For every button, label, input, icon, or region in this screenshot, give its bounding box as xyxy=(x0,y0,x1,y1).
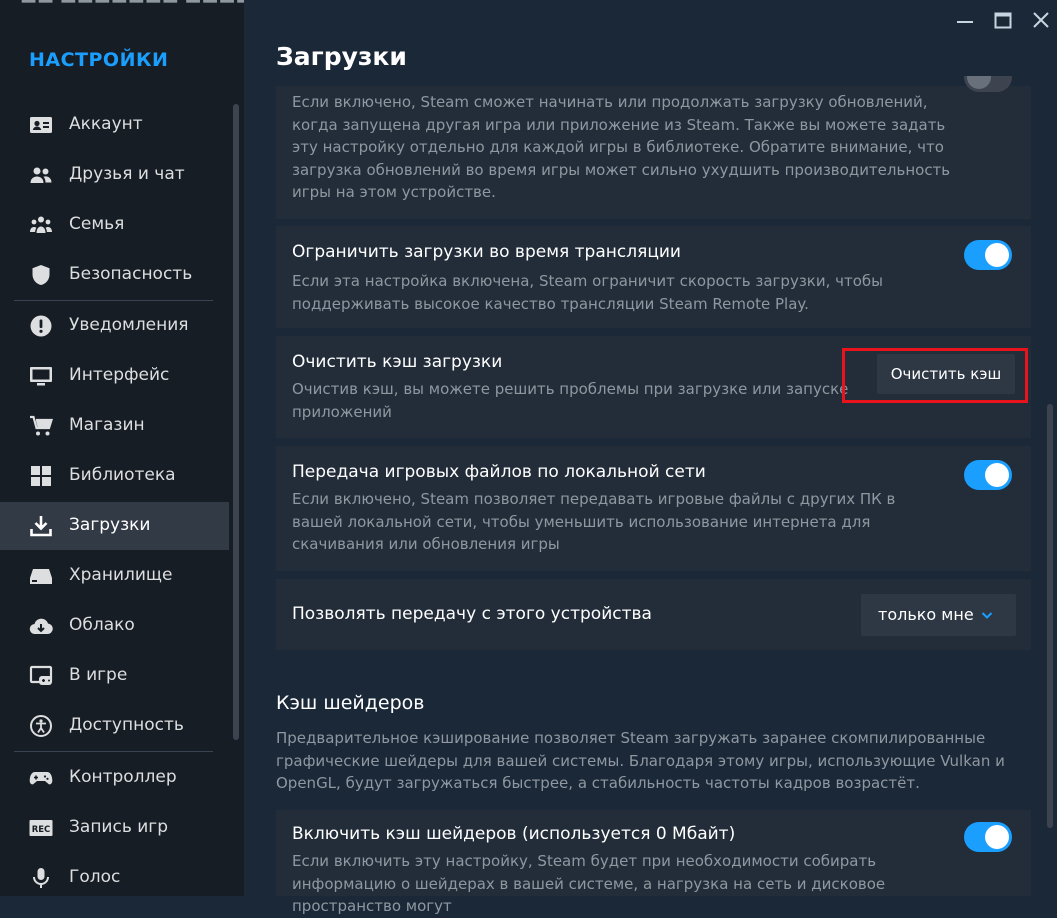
sidebar-divider xyxy=(14,300,213,301)
sidebar-item-label: Безопасность xyxy=(69,264,193,284)
sidebar-item-friends[interactable]: Друзья и чат xyxy=(0,151,229,199)
sidebar-item-label: Запись игр xyxy=(69,817,169,837)
section-title-shader-cache: Кэш шейдеров xyxy=(276,692,425,714)
content-scrollbar[interactable] xyxy=(1047,404,1053,828)
sidebar-item-label: Интерфейс xyxy=(69,365,170,385)
background-updates-toggle[interactable] xyxy=(964,76,1012,92)
close-button[interactable] xyxy=(1026,8,1056,34)
sidebar-item-security[interactable]: Безопасность xyxy=(0,251,229,299)
setting-description: Если эта настройка включена, Steam огран… xyxy=(292,272,884,313)
sidebar-scrollbar[interactable] xyxy=(233,104,239,740)
allow-transfer-select[interactable]: только мне xyxy=(861,594,1016,636)
sidebar-item-label: Облако xyxy=(69,615,135,635)
sidebar-item-label: Библиотека xyxy=(69,465,176,485)
page-title: Загрузки xyxy=(276,42,407,71)
sidebar-item-account[interactable]: Аккаунт xyxy=(0,101,229,149)
sidebar-item-label: Голос xyxy=(69,867,121,887)
section-description: Предварительное кэширование позволяет St… xyxy=(276,729,1005,792)
throttle-broadcast-toggle[interactable] xyxy=(964,240,1012,270)
sidebar-item-storage[interactable]: Хранилище xyxy=(0,552,229,600)
sidebar-item-accessibility[interactable]: Доступность xyxy=(0,702,229,750)
account-card-icon xyxy=(29,113,53,137)
sidebar-divider xyxy=(14,751,213,752)
window-title-clip: ▬▬ ▬▬▬▬▬▬▬ ▬▬▬▬▬ xyxy=(0,0,244,6)
sidebar-item-notifications[interactable]: Уведомления xyxy=(0,302,229,350)
setting-title: Включить кэш шейдеров (используется 0 Мб… xyxy=(292,824,736,844)
sidebar-item-label: Хранилище xyxy=(69,565,173,585)
close-icon xyxy=(1033,12,1049,28)
sidebar-item-interface[interactable]: Интерфейс xyxy=(0,352,229,400)
setting-lan-transfer: Передача игровых файлов по локальной сет… xyxy=(276,446,1031,571)
cloud-icon xyxy=(29,614,53,638)
sidebar-item-ingame[interactable]: В игре xyxy=(0,652,229,700)
setting-description: Если включено, Steam сможет начинать или… xyxy=(292,93,951,201)
sidebar-item-label: Друзья и чат xyxy=(69,164,185,184)
sidebar-item-library[interactable]: Библиотека xyxy=(0,452,229,500)
sidebar-item-label: В игре xyxy=(69,665,128,685)
setting-title: Позволять передачу с этого устройства xyxy=(292,604,652,624)
sidebar-item-store[interactable]: Магазин xyxy=(0,402,229,450)
cart-icon xyxy=(29,414,53,438)
chevron-down-icon xyxy=(981,612,993,619)
monitor-icon xyxy=(29,364,53,388)
setting-throttle-broadcast: Ограничить загрузки во время трансляции … xyxy=(276,226,1031,328)
setting-title: Ограничить загрузки во время трансляции xyxy=(292,242,681,262)
setting-description: Если включить эту настройку, Steam будет… xyxy=(292,852,886,915)
lan-transfer-toggle[interactable] xyxy=(964,460,1012,490)
sidebar-item-label: Магазин xyxy=(69,415,145,435)
select-value: только мне xyxy=(878,605,974,624)
maximize-button[interactable] xyxy=(988,8,1018,34)
clear-cache-button[interactable]: Очистить кэш xyxy=(877,354,1015,394)
sidebar-item-cloud[interactable]: Облако xyxy=(0,602,229,650)
sidebar-title: НАСТРОЙКИ xyxy=(29,49,169,71)
setting-clear-cache: Очистить кэш загрузки Очистив кэш, вы мо… xyxy=(276,336,1031,438)
microphone-icon xyxy=(29,866,53,890)
grid-icon xyxy=(29,464,53,488)
ingame-icon xyxy=(29,664,53,688)
sidebar-item-label: Аккаунт xyxy=(69,114,143,134)
svg-text:REC: REC xyxy=(32,825,51,835)
setting-allow-transfer: Позволять передачу с этого устройства то… xyxy=(276,579,1031,650)
sidebar-item-label: Контроллер xyxy=(69,767,177,787)
accessibility-icon xyxy=(29,714,53,738)
setting-enable-shader-cache: Включить кэш шейдеров (используется 0 Мб… xyxy=(276,810,1031,915)
setting-description: Очистив кэш, вы можете решить проблемы п… xyxy=(292,380,849,421)
sidebar-item-recording[interactable]: REC Запись игр xyxy=(0,804,229,852)
sidebar-item-label: Загрузки xyxy=(69,515,151,535)
download-icon xyxy=(29,514,53,538)
setting-title: Очистить кэш загрузки xyxy=(292,352,503,372)
rec-icon: REC xyxy=(29,816,53,840)
setting-background-updates: Если включено, Steam сможет начинать или… xyxy=(276,76,1031,219)
exclamation-icon xyxy=(29,314,53,338)
sidebar-item-label: Семья xyxy=(69,214,125,234)
family-icon xyxy=(29,213,53,237)
settings-sidebar: ▬▬ ▬▬▬▬▬▬▬ ▬▬▬▬▬ НАСТРОЙКИ Аккаунт Друзь… xyxy=(0,0,244,896)
sidebar-item-controller[interactable]: Контроллер xyxy=(0,754,229,802)
setting-title: Передача игровых файлов по локальной сет… xyxy=(292,462,706,482)
sidebar-item-label: Уведомления xyxy=(69,315,189,335)
sidebar-item-downloads[interactable]: Загрузки xyxy=(0,502,229,550)
gamepad-icon xyxy=(29,766,53,790)
storage-icon xyxy=(29,564,53,588)
maximize-icon xyxy=(994,12,1012,29)
sidebar-item-family[interactable]: Семья xyxy=(0,201,229,249)
sidebar-item-label: Доступность xyxy=(69,715,184,735)
setting-description: Если включено, Steam позволяет передават… xyxy=(292,490,896,553)
shield-icon xyxy=(29,263,53,287)
minimize-button[interactable] xyxy=(950,8,980,34)
sidebar-item-voice[interactable]: Голос xyxy=(0,854,229,896)
shader-cache-toggle[interactable] xyxy=(964,822,1012,852)
friends-icon xyxy=(29,163,53,187)
minimize-icon xyxy=(957,21,973,23)
